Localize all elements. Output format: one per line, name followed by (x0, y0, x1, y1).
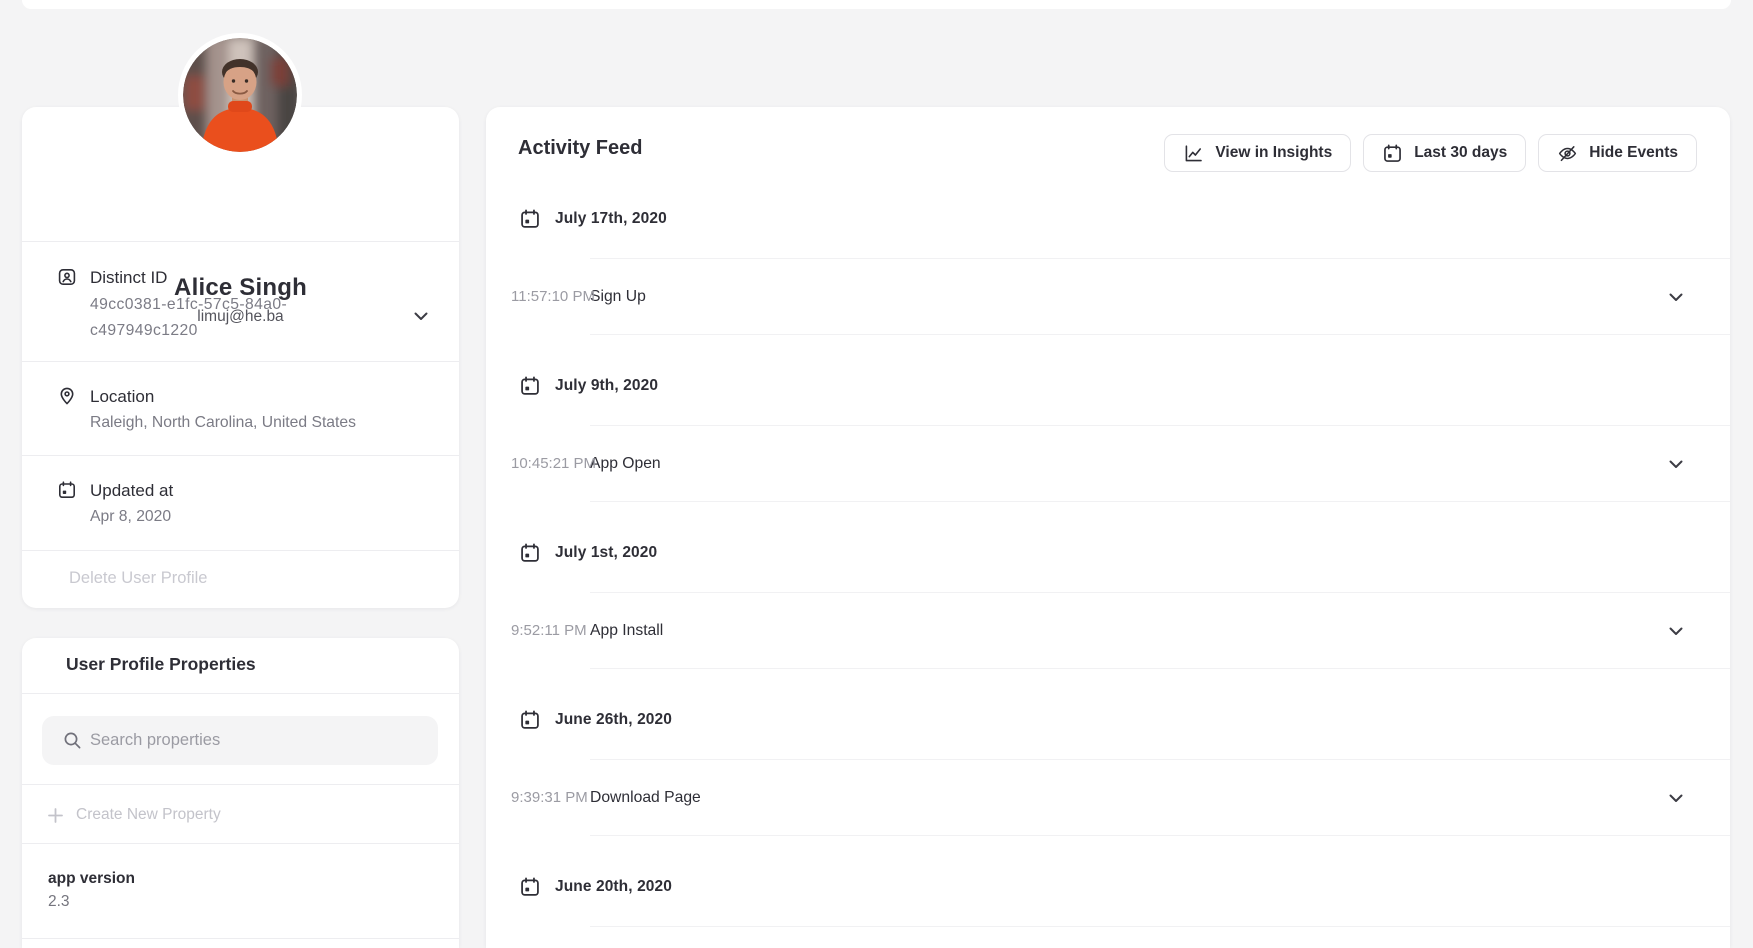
divider (22, 938, 459, 939)
chevron-down-icon[interactable] (414, 312, 428, 321)
divider (22, 361, 459, 362)
date-label: July 17th, 2020 (555, 210, 667, 228)
create-new-property-label: Create New Property (76, 806, 221, 824)
chevron-down-icon[interactable] (1669, 794, 1683, 803)
search-properties-box (42, 716, 438, 765)
field-label-updated-at: Updated at (90, 480, 173, 502)
event-name: Download Page (590, 789, 701, 807)
event-name: App Open (590, 455, 661, 473)
field-value-updated-at: Apr 8, 2020 (90, 507, 171, 527)
avatar (178, 33, 302, 157)
date-header: June 26th, 2020 (519, 707, 1730, 733)
date-header: June 20th, 2020 (519, 874, 1730, 900)
event-row[interactable]: 9:39:31 PM Download Page (590, 759, 1730, 836)
divider (22, 550, 459, 551)
create-new-property-button[interactable]: Create New Property (48, 802, 221, 828)
date-header: July 1st, 2020 (519, 540, 1730, 566)
event-time: 9:52:11 PM (511, 622, 587, 639)
divider (22, 784, 459, 785)
field-label-distinct-id: Distinct ID (90, 267, 167, 289)
divider (22, 843, 459, 844)
field-label-location: Location (90, 386, 154, 408)
top-bar-edge (22, 0, 1731, 9)
event-row[interactable]: 10:45:21 PM App Open (590, 425, 1730, 502)
activity-feed-list: July 17th, 2020 11:57:10 PM Sign Up July… (486, 107, 1730, 948)
contact-card-icon (57, 267, 77, 287)
calendar-icon (519, 208, 541, 230)
feed-group: July 17th, 2020 11:57:10 PM Sign Up (486, 206, 1730, 335)
delete-user-profile-button[interactable]: Delete User Profile (69, 569, 207, 588)
event-row-partial (590, 926, 1730, 948)
feed-group: July 9th, 2020 10:45:21 PM App Open (486, 373, 1730, 502)
property-name: app version (48, 869, 135, 889)
plus-icon (48, 808, 63, 823)
divider (22, 241, 459, 242)
chevron-down-icon[interactable] (1669, 460, 1683, 469)
field-value-location: Raleigh, North Carolina, United States (90, 413, 356, 433)
event-name: App Install (590, 622, 663, 640)
activity-feed-card: Activity Feed View in Insights Last 30 d… (486, 107, 1730, 948)
calendar-icon (519, 375, 541, 397)
calendar-icon (519, 542, 541, 564)
avatar-photo (183, 38, 297, 152)
feed-group: June 26th, 2020 9:39:31 PM Download Page (486, 707, 1730, 836)
search-icon (63, 731, 82, 750)
property-value: 2.3 (48, 892, 135, 912)
user-profile-properties-card: User Profile Properties Create New Prope… (22, 638, 459, 948)
calendar-icon (519, 876, 541, 898)
search-properties-input[interactable] (90, 716, 420, 765)
event-time: 11:57:10 PM (511, 288, 595, 305)
date-label: July 1st, 2020 (555, 544, 657, 562)
event-time: 9:39:31 PM (511, 789, 588, 806)
event-time: 10:45:21 PM (511, 455, 596, 472)
date-label: July 9th, 2020 (555, 377, 658, 395)
user-profile-card: Alice Singh limuj@he.ba Distinct ID 49cc… (22, 107, 459, 608)
feed-group: July 1st, 2020 9:52:11 PM App Install (486, 540, 1730, 669)
event-row[interactable]: 11:57:10 PM Sign Up (590, 258, 1730, 335)
date-label: June 20th, 2020 (555, 878, 672, 896)
calendar-icon (519, 709, 541, 731)
property-row[interactable]: app version 2.3 (48, 869, 135, 912)
location-pin-icon (57, 386, 77, 406)
chevron-down-icon[interactable] (1669, 293, 1683, 302)
date-header: July 9th, 2020 (519, 373, 1730, 399)
feed-group: June 20th, 2020 (486, 874, 1730, 948)
calendar-icon (57, 480, 77, 500)
divider (22, 693, 459, 694)
date-header: July 17th, 2020 (519, 206, 1730, 232)
event-name: Sign Up (590, 288, 646, 306)
divider (22, 455, 459, 456)
properties-title: User Profile Properties (66, 654, 256, 675)
field-value-distinct-id: 49cc0381-e1fc-57c5-84a0-c497949c1220 (90, 292, 338, 344)
date-label: June 26th, 2020 (555, 711, 672, 729)
chevron-down-icon[interactable] (1669, 627, 1683, 636)
event-row[interactable]: 9:52:11 PM App Install (590, 592, 1730, 669)
